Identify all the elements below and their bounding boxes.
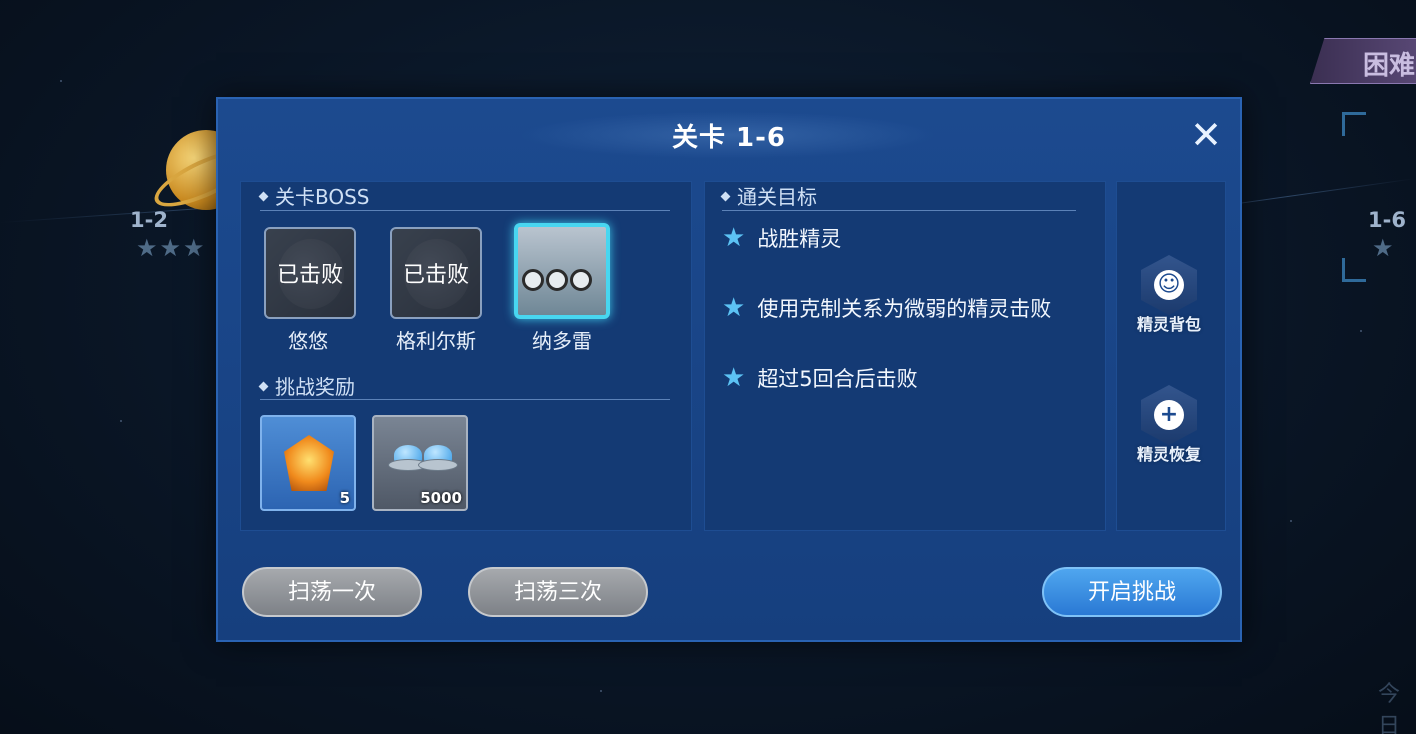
goal-text: 战胜精灵	[757, 227, 842, 251]
spirit-bag-icon: ☺	[1141, 255, 1197, 315]
goal-text: 超过5回合后击败	[757, 367, 918, 391]
dialog-title: 关卡 1-6	[671, 123, 787, 153]
tab-hard[interactable]: 困难	[1310, 38, 1416, 84]
diamond-icon	[720, 191, 731, 202]
boss-name: 纳多雷	[532, 329, 592, 353]
bg-star	[120, 420, 122, 422]
goal-section-title-text: 通关目标	[737, 185, 817, 209]
spirit-heal-icon: +	[1141, 385, 1197, 445]
close-icon: ✕	[1190, 113, 1222, 157]
goal-item: ★ 战胜精灵	[722, 223, 841, 255]
boss-name: 格利尔斯	[396, 329, 476, 353]
ufo-icon	[418, 445, 458, 475]
sweep-once-button[interactable]: 扫荡一次	[242, 567, 422, 617]
boss-section-title-text: 关卡BOSS	[275, 185, 370, 209]
defeated-label: 已击败	[392, 229, 480, 317]
tab-hard-label: 困难	[1363, 51, 1416, 81]
reward-section-title-text: 挑战奖励	[275, 375, 355, 399]
boss-name: 悠悠	[288, 329, 328, 353]
reward-section-title: 挑战奖励	[258, 371, 355, 400]
bg-today-text: 今日	[1378, 682, 1401, 734]
reward-count: 5000	[420, 489, 462, 507]
bg-bracket	[1342, 258, 1366, 282]
boss-card-naduolei[interactable]	[514, 223, 610, 319]
start-challenge-button[interactable]: 开启挑战	[1042, 567, 1222, 617]
bg-bracket	[1342, 112, 1366, 136]
spirit-bag-button[interactable]: ☺ 精灵背包	[1114, 255, 1224, 335]
level-dialog: 关卡 1-6 ✕ 关卡BOSS 已击败 悠悠 已击败 格利尔斯 纳多雷 挑战奖励…	[216, 97, 1242, 642]
bg-star	[1290, 520, 1292, 522]
bg-level-right[interactable]: 1-6	[1368, 208, 1406, 232]
divider	[260, 399, 670, 400]
bg-level-stars-right: ★	[1372, 234, 1396, 262]
side-panel	[1116, 181, 1226, 531]
star-icon: ★	[722, 293, 746, 323]
boss-card-youyou[interactable]: 已击败	[264, 227, 356, 319]
diamond-icon	[258, 381, 269, 392]
boss-portrait	[522, 269, 602, 295]
divider	[722, 210, 1076, 211]
reward-item[interactable]: 5	[260, 415, 356, 511]
spirit-heal-button[interactable]: + 精灵恢复	[1114, 385, 1224, 465]
diamond-icon	[258, 191, 269, 202]
goal-item: ★ 超过5回合后击败	[722, 363, 918, 395]
medal-icon	[284, 435, 334, 491]
bg-level-stars-left: ★★★	[136, 234, 207, 262]
sweep-three-button[interactable]: 扫荡三次	[468, 567, 648, 617]
bg-star	[1360, 330, 1362, 332]
bg-star	[600, 690, 602, 692]
star-icon: ★	[722, 363, 746, 393]
bg-level-left[interactable]: 1-2	[130, 208, 168, 232]
star-icon: ★	[722, 223, 746, 253]
divider	[260, 210, 670, 211]
reward-count: 5	[339, 489, 350, 507]
goal-item: ★ 使用克制关系为微弱的精灵击败	[722, 293, 1051, 325]
defeated-label: 已击败	[266, 229, 354, 317]
boss-section-title: 关卡BOSS	[258, 181, 370, 210]
goal-text: 使用克制关系为微弱的精灵击败	[757, 297, 1052, 321]
reward-item[interactable]: 5000	[372, 415, 468, 511]
goal-section-title: 通关目标	[720, 181, 817, 210]
boss-card-geliersi[interactable]: 已击败	[390, 227, 482, 319]
close-button[interactable]: ✕	[1186, 115, 1226, 155]
bg-star	[60, 80, 62, 82]
